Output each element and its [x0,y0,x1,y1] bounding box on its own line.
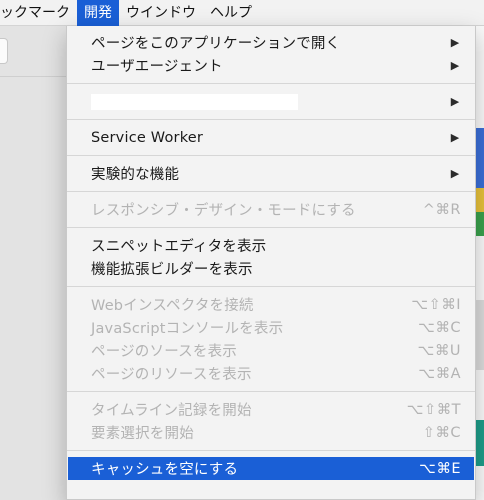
menu-separator [67,155,475,156]
menu-item: ページのソースを表示 ⌥⌘U [67,339,475,362]
menu-item: 要素選択を開始 ⇧⌘C [67,421,475,444]
menu-item-label: ページをこのアプリケーションで開く [91,36,341,52]
menu-item[interactable]: 機能拡張ビルダーを表示 [67,257,475,280]
background-toolbar-button[interactable] [0,38,8,64]
menu-item-label: JavaScriptコンソールを表示 [91,321,284,337]
submenu-arrow-icon: ▶ [450,95,460,108]
keyboard-shortcut: ⌥⌘C [418,319,461,336]
develop-menu: ページをこのアプリケーションで開く ▶ ユーザエージェント ▶ ▶ Service Wor… [66,26,476,500]
menu-item-label: キャッシュを空にする [91,462,239,478]
submenu-arrow-icon: ▶ [450,131,460,144]
redacted-label [91,93,298,110]
menu-item-label: 機能拡張ビルダーを表示 [91,262,253,278]
menu-separator [67,286,475,287]
menu-item[interactable]: スニペットエディタを表示 [67,234,475,257]
menu-item: ページのリソースを表示 ⌥⌘A [67,362,475,385]
menu-item-label: 要素選択を開始 [91,426,194,442]
menu-item-label: ページのリソースを表示 [91,367,252,383]
submenu-arrow-icon: ▶ [450,59,460,72]
menu-separator [67,83,475,84]
menu-item-label: Webインスペクタを接続 [91,298,254,314]
submenu-arrow-icon: ▶ [450,167,460,180]
menubar-item[interactable]: ックマーク [0,0,77,26]
menu-item-label: ユーザエージェント [91,59,223,75]
menu-item: レスポンシブ・デザイン・モードにする ^⌘R [67,198,475,221]
keyboard-shortcut: ⌥⌘U [417,342,461,359]
menu-separator [67,119,475,120]
menu-bar: ックマーク 開発 ウインドウ ヘルプ [0,0,484,26]
menu-item[interactable]: Service Worker ▶ [67,126,475,149]
menu-item: タイムライン記録を開始 ⌥⇧⌘T [67,398,475,421]
keyboard-shortcut: ⌥⇧⌘T [406,401,461,418]
menu-separator [67,191,475,192]
keyboard-shortcut: ⌥⌘A [418,365,461,382]
menu-item-label: タイムライン記録を開始 [91,403,252,419]
menu-item-label: Service Worker [91,129,204,146]
menu-item[interactable]: ▶ [67,90,475,113]
menubar-item[interactable]: 開発 [77,0,119,26]
menu-item[interactable]: ユーザエージェント ▶ [67,54,475,77]
menu-item-label: ページのソースを表示 [91,344,237,360]
menu-item[interactable]: ページをこのアプリケーションで開く ▶ [67,31,475,54]
menu-item[interactable]: 実験的な機能 ▶ [67,162,475,185]
menu-item: Webインスペクタを接続 ⌥⇧⌘I [67,293,475,316]
menu-item[interactable]: キャッシュを空にする ⌥⌘E [68,457,474,480]
menu-separator [67,450,475,451]
menu-item-label: レスポンシブ・デザイン・モードにする [91,203,356,219]
menu-item-label: スニペットエディタを表示 [91,239,267,255]
menu-item: JavaScriptコンソールを表示 ⌥⌘C [67,316,475,339]
menu-item-label [91,93,449,110]
keyboard-shortcut: ^⌘R [422,201,461,218]
menu-separator [67,227,475,228]
keyboard-shortcut: ⌥⌘E [419,460,461,477]
background-toolbar-divider [0,76,70,77]
keyboard-shortcut: ⌥⇧⌘I [411,296,461,313]
submenu-arrow-icon: ▶ [450,36,460,49]
menu-separator [67,391,475,392]
menu-item-label: 実験的な機能 [91,167,180,183]
keyboard-shortcut: ⇧⌘C [422,424,461,441]
menubar-item[interactable]: ヘルプ [203,0,259,26]
menubar-item[interactable]: ウインドウ [119,0,203,26]
